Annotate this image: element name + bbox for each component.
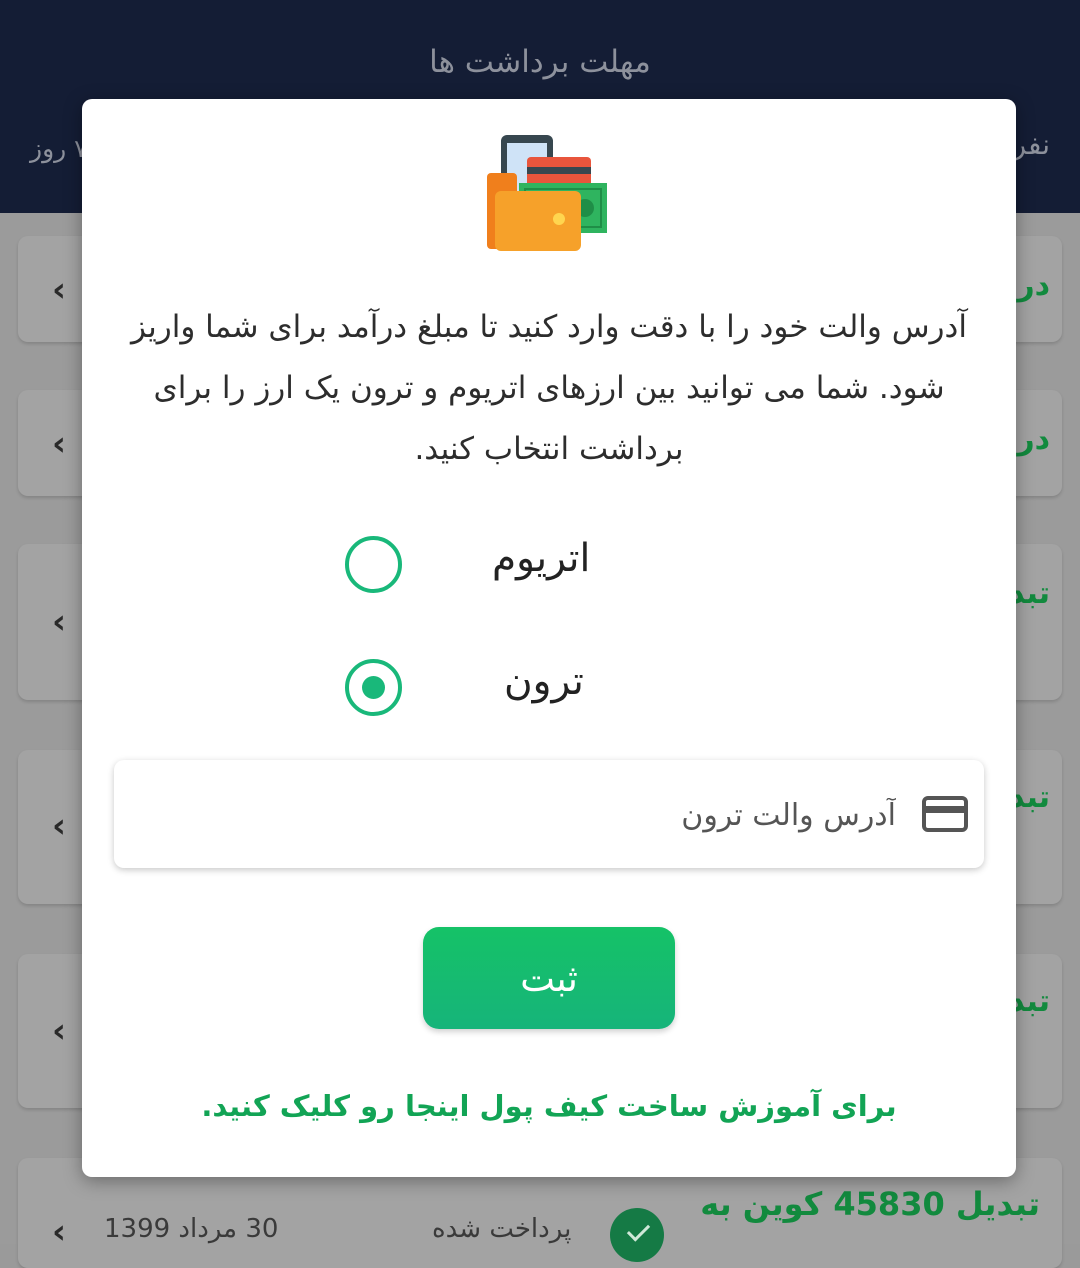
list-item-title: در	[1017, 422, 1050, 457]
wallet-tutorial-link[interactable]: برای آموزش ساخت کیف پول اینجا رو کلیک کن…	[122, 1089, 976, 1123]
page-title: مهلت برداشت ها	[429, 44, 651, 80]
radio-selected-dot	[362, 676, 385, 699]
header-duration: ۷ روز	[30, 134, 88, 163]
status-label: پرداخت شده	[432, 1214, 572, 1244]
dialog-description: آدرس والت خود را با دقت وارد کنید تا مبل…	[131, 309, 967, 467]
chevron-left-icon: ‹	[52, 270, 67, 310]
list-item-title: در	[1017, 268, 1050, 303]
radio-option-ethereum[interactable]: اتریوم	[342, 530, 642, 600]
chevron-left-icon: ‹	[52, 1212, 67, 1252]
wallet-icon	[487, 135, 607, 251]
radio-button-tron[interactable]	[345, 659, 402, 716]
chevron-left-icon: ‹	[52, 602, 67, 642]
list-item-title: تبدیل 45830 کوین به	[700, 1185, 1040, 1223]
chevron-left-icon: ‹	[52, 806, 67, 846]
submit-button[interactable]: ثبت	[423, 927, 675, 1029]
check-circle-icon	[610, 1208, 664, 1262]
date-label: 30 مرداد 1399	[104, 1214, 279, 1244]
radio-button-ethereum[interactable]	[345, 536, 402, 593]
radio-option-tron[interactable]: ترون	[342, 653, 642, 723]
radio-label-ethereum: اتریوم	[492, 536, 591, 581]
header-label: نفر	[1012, 128, 1050, 161]
radio-label-tron: ترون	[504, 659, 584, 704]
chevron-left-icon: ‹	[52, 1011, 67, 1051]
wallet-address-field[interactable]	[114, 760, 984, 868]
chevron-left-icon: ‹	[52, 424, 67, 464]
wallet-address-dialog: آدرس والت خود را با دقت وارد کنید تا مبل…	[82, 99, 1016, 1177]
wallet-address-input[interactable]	[134, 780, 898, 850]
credit-card-icon	[922, 796, 968, 832]
